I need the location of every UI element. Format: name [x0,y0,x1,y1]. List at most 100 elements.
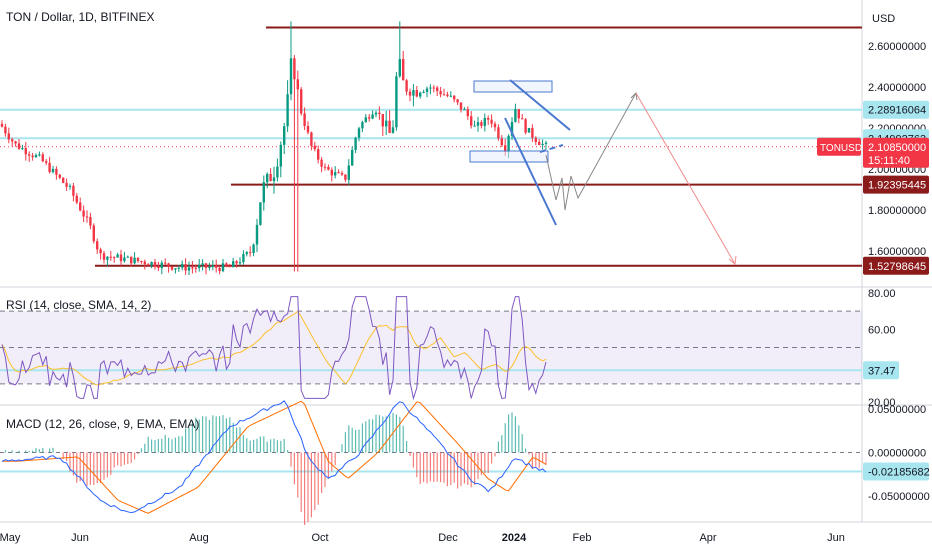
candle-body [398,59,401,77]
candle-body [320,159,323,167]
candle-body [391,127,395,133]
price-tick-label: 1.60000000 [868,246,926,258]
symbol-label: TONUSD [820,143,862,154]
candle-body [262,182,265,203]
price-tick-label: 2.40000000 [868,82,926,94]
candle-body [453,95,456,100]
chart-svg[interactable]: USD2.600000002.400000002.200000002.00000… [0,0,932,550]
rsi-tick-label: 60.00 [868,324,896,336]
candle-body [347,165,350,180]
time-tick-label: Oct [311,532,328,544]
candle-body [252,244,255,254]
candle-body [279,144,282,167]
candle-body [177,267,180,269]
price-level-label: 2.28916064 [868,105,926,117]
candle-body [62,177,65,183]
macd-value-label: -0.02185682 [868,467,930,479]
candle-body [106,256,109,260]
candle-body [473,125,476,127]
candle-body [354,137,357,150]
candle-body [245,252,248,255]
candle-body [357,128,361,138]
candle-body [459,102,463,110]
candle-body [48,162,51,173]
candle-body [541,143,544,146]
symbol-legend[interactable]: TON / Dollar, 1D, BITFINEX [6,10,154,24]
candle-body [429,87,432,89]
candle-body [480,122,483,126]
candle-body [286,94,289,127]
candle-body [136,257,140,261]
candle-body [123,257,126,262]
candle-body [31,155,34,158]
candle-body [109,256,112,258]
candle-body [374,112,378,115]
candle-body [92,225,95,242]
candle-body [198,265,201,269]
rsi-tick-label: 80.00 [868,288,896,300]
candle-body [157,266,160,269]
candle-body [140,260,143,262]
candle-body [306,126,310,133]
candle-body [327,167,330,170]
time-tick-label: Feb [573,532,592,544]
candle-body [143,261,146,265]
candle-body [28,154,31,156]
macd-tick-label: 0.00000000 [868,448,926,460]
candle-body [68,185,72,187]
range-box [469,150,549,163]
candle-body [150,262,153,266]
candle-body [147,264,150,266]
candle-body [521,118,524,120]
current-price-label: 2.10850000 [868,142,926,154]
candle-body [51,168,55,173]
candle-body [490,119,493,124]
candle-body [310,132,313,146]
candle-body [38,154,41,156]
candle-body [497,127,500,139]
candle-body [113,257,116,259]
candle-body [14,141,17,144]
candle-body [7,133,10,140]
chart-root: USD 2.60000000 2.40000000 2.20000000 2.00000… [0,0,932,550]
candle-body [361,122,364,129]
candle-body [371,114,374,119]
macd-tick-label: 0.05000000 [868,404,926,416]
candle-body [351,149,354,166]
candle-body [238,262,242,264]
candle-body [191,267,194,269]
candle-body [466,109,469,117]
price-level-label: 1.52798645 [868,261,926,273]
candle-body [255,224,259,245]
candle-body [215,265,218,268]
projection-down-line [635,92,736,265]
candle-body [303,113,306,127]
candle-body [272,177,276,182]
macd-legend[interactable]: MACD (12, 26, close, 9, EMA, EMA) [6,417,199,431]
candle-body [65,182,68,187]
candle-body [211,265,214,267]
candle-body [368,117,371,119]
candle-body [228,265,231,268]
candle-body [187,267,191,271]
candle-body [487,117,490,120]
candle-body [17,143,21,149]
time-tick-label: Dec [438,532,458,544]
candle-body [388,120,391,133]
candle-body [133,257,136,264]
candle-body [313,145,316,150]
candle-body [266,173,269,183]
candle-body [102,253,106,260]
candle-body [89,217,92,226]
candle-body [45,161,48,163]
candle-body [493,123,497,128]
candle-body [204,263,208,268]
price-tick-label: 1.80000000 [868,205,926,217]
time-tick-label: Jun [827,532,845,544]
candle-body [422,91,425,93]
candle-body [432,87,435,89]
rsi-legend[interactable]: RSI (14, close, SMA, 14, 2) [6,298,151,312]
candle-body [225,263,228,266]
candles-group [0,21,548,275]
candle-body [55,168,58,175]
